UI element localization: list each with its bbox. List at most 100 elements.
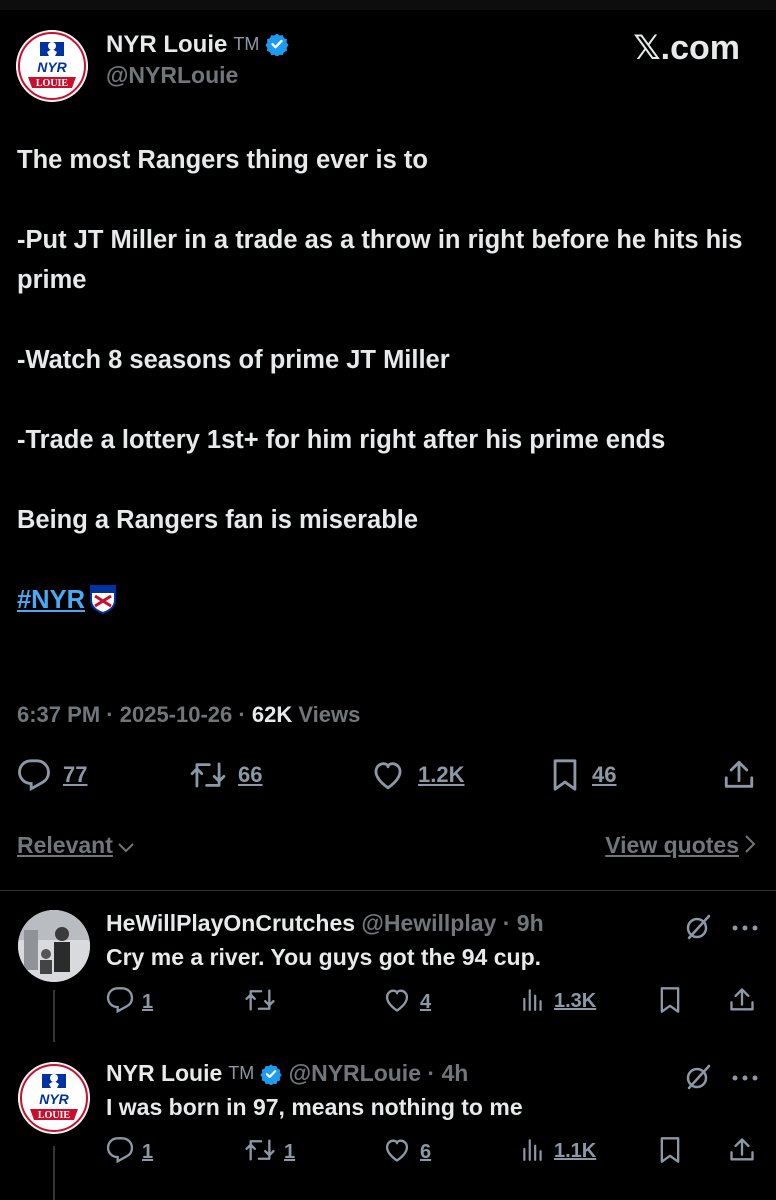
reply-handle[interactable]: @NYRLouie bbox=[289, 1060, 421, 1086]
like-button[interactable]: 6 bbox=[382, 1136, 431, 1169]
svg-text:NYR: NYR bbox=[37, 59, 67, 75]
svg-text:NYR: NYR bbox=[39, 1091, 69, 1107]
author-name-row[interactable]: NYR Louie TM bbox=[106, 31, 289, 63]
views-count: 62K bbox=[251, 702, 293, 727]
verified-badge-icon bbox=[265, 32, 289, 63]
tm-mark: TM bbox=[228, 1063, 255, 1083]
share-button[interactable] bbox=[728, 1136, 756, 1169]
view-quotes-link[interactable]: View quotes bbox=[605, 832, 757, 860]
like-count: 1.2K bbox=[418, 762, 465, 787]
reply-count: 1 bbox=[142, 1141, 154, 1163]
rangers-shield-icon bbox=[89, 584, 117, 626]
tweet-date[interactable]: 2025-10-26 bbox=[120, 702, 233, 727]
tweet-line: Being a Rangers fan is miserable bbox=[17, 506, 419, 534]
hashtag-line: #NYR bbox=[17, 580, 757, 626]
repost-count: 1 bbox=[284, 1141, 296, 1163]
like-count: 4 bbox=[420, 991, 432, 1013]
views-count: 1.3K bbox=[554, 990, 597, 1012]
author-name[interactable]: NYR Louie bbox=[106, 31, 227, 58]
reply-avatar[interactable]: NYR LOUIE bbox=[18, 1062, 90, 1134]
bookmark-count: 46 bbox=[592, 762, 617, 787]
views-button[interactable]: 1.3K bbox=[520, 986, 596, 1017]
reply-handle[interactable]: @Hewillplay bbox=[361, 910, 496, 936]
top-edge bbox=[0, 0, 776, 10]
more-options-icon[interactable] bbox=[731, 920, 759, 938]
grok-icon[interactable] bbox=[683, 1062, 713, 1097]
repost-button[interactable] bbox=[244, 986, 284, 1019]
tweet-line: -Watch 8 seasons of prime JT Miller bbox=[17, 346, 450, 374]
repost-button[interactable]: 1 bbox=[244, 1136, 295, 1169]
verified-badge-icon bbox=[260, 1063, 282, 1091]
divider bbox=[0, 890, 776, 891]
views-button[interactable]: 1.1K bbox=[520, 1136, 596, 1167]
views-label: Views bbox=[298, 702, 361, 727]
tweet-line: -Put JT Miller in a trade as a throw in … bbox=[17, 226, 743, 294]
tweet-time[interactable]: 6:37 PM bbox=[17, 702, 100, 727]
share-icon bbox=[728, 1136, 756, 1169]
bookmark-button[interactable] bbox=[658, 986, 682, 1019]
reply-button[interactable]: 77 bbox=[17, 758, 87, 792]
share-button[interactable] bbox=[722, 758, 756, 792]
reply-icon bbox=[106, 986, 134, 1019]
tweet-line: The most Rangers thing ever is to bbox=[17, 146, 428, 174]
reply-author-name[interactable]: HeWillPlayOnCrutches bbox=[106, 910, 355, 936]
bookmark-button[interactable]: 46 bbox=[550, 758, 616, 792]
reply-text: I was born in 97, means nothing to me bbox=[106, 1094, 523, 1120]
tm-mark: TM bbox=[233, 34, 260, 54]
thread-line bbox=[53, 990, 55, 1042]
reply-time[interactable]: 9h bbox=[517, 910, 544, 936]
like-button[interactable]: 4 bbox=[382, 986, 431, 1019]
sort-label: Relevant bbox=[17, 832, 113, 858]
tweet-actions: 77 66 1.2K 46 bbox=[0, 758, 776, 794]
heart-icon bbox=[382, 986, 412, 1019]
reply-actions: 1 1 6 1.1K bbox=[106, 1136, 756, 1166]
share-button[interactable] bbox=[728, 986, 756, 1019]
repost-count: 66 bbox=[238, 762, 263, 787]
reply-author-name[interactable]: NYR Louie bbox=[106, 1060, 222, 1086]
repost-icon bbox=[244, 1136, 276, 1169]
site-label: 𝕏.com bbox=[633, 29, 740, 67]
reply-text: Cry me a river. You guys got the 94 cup. bbox=[106, 944, 542, 970]
like-count: 6 bbox=[420, 1141, 432, 1163]
more-options-icon[interactable] bbox=[731, 1070, 759, 1088]
share-icon bbox=[728, 986, 756, 1019]
thread-line bbox=[53, 1146, 55, 1200]
replies-sort-row: Relevant View quotes bbox=[17, 832, 757, 862]
bookmark-icon bbox=[550, 758, 580, 792]
tweet-body: The most Rangers thing ever is to -Put J… bbox=[17, 140, 757, 626]
share-icon bbox=[722, 758, 756, 792]
bookmark-icon bbox=[658, 1136, 682, 1169]
heart-icon bbox=[370, 758, 406, 792]
reply-avatar[interactable] bbox=[18, 910, 90, 982]
reply-header: NYR Louie TM @NYRLouie · 4h bbox=[106, 1060, 468, 1091]
chevron-down-icon bbox=[117, 833, 135, 860]
reply-count: 77 bbox=[63, 762, 88, 787]
grok-icon[interactable] bbox=[683, 912, 713, 947]
reply-icon bbox=[106, 1136, 134, 1169]
bookmark-icon bbox=[658, 986, 682, 1019]
chevron-right-icon bbox=[743, 833, 757, 860]
repost-icon bbox=[244, 986, 276, 1019]
tweet-line: -Trade a lottery 1st+ for him right afte… bbox=[17, 426, 666, 454]
tweet-meta: 6:37 PM · 2025-10-26 · 62K Views bbox=[17, 702, 361, 727]
sort-dropdown[interactable]: Relevant bbox=[17, 832, 135, 860]
repost-button[interactable]: 66 bbox=[190, 758, 262, 792]
views-icon bbox=[520, 1136, 546, 1167]
like-button[interactable]: 1.2K bbox=[370, 758, 464, 792]
reply-icon bbox=[17, 758, 51, 792]
bookmark-button[interactable] bbox=[658, 1136, 682, 1169]
author-avatar[interactable]: NYR LOUIE bbox=[16, 30, 88, 102]
reply-button[interactable]: 1 bbox=[106, 1136, 153, 1169]
reply-button[interactable]: 1 bbox=[106, 986, 153, 1019]
avatar-wordmark: LOUIE bbox=[36, 78, 69, 89]
hashtag-link[interactable]: #NYR bbox=[17, 586, 85, 614]
author-handle[interactable]: @NYRLouie bbox=[106, 62, 238, 89]
view-quotes-label: View quotes bbox=[605, 832, 739, 858]
reply-count: 1 bbox=[142, 991, 154, 1013]
reply-time[interactable]: 4h bbox=[441, 1060, 468, 1086]
views-count: 1.1K bbox=[554, 1140, 597, 1162]
reply-actions: 1 4 1.3K bbox=[106, 986, 756, 1016]
heart-icon bbox=[382, 1136, 412, 1169]
reply-header: HeWillPlayOnCrutches @Hewillplay · 9h bbox=[106, 910, 544, 936]
avatar-wordmark: LOUIE bbox=[38, 1110, 71, 1121]
